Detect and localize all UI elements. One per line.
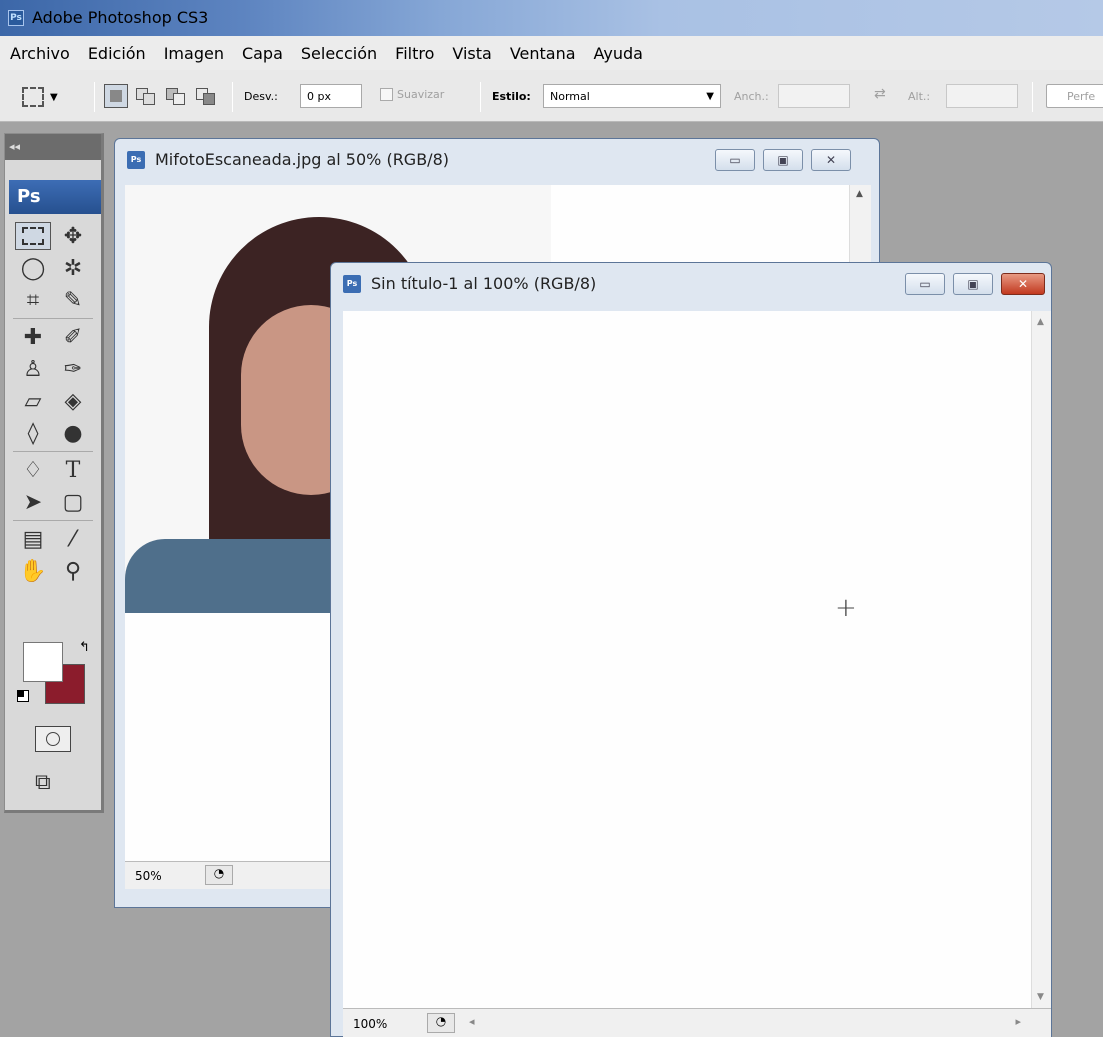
document-window-sin-titulo: Ps Sin título-1 al 100% (RGB/8) ▭ ▣ ✕ + … <box>330 262 1052 1037</box>
intersect-selection-icon[interactable] <box>194 84 218 108</box>
style-value: Normal <box>550 90 590 103</box>
tools-panel: ◂◂ Ps ✥ ◯ ✲ ⌗ ✎ ✚ ✐ ♙ ✑ ▱ ◈ ◊ ● ♢ T ➤ ▢ … <box>4 133 104 813</box>
dodge-tool-icon[interactable]: ● <box>55 419 91 447</box>
close-button[interactable]: ✕ <box>811 149 851 171</box>
quick-mask-icon[interactable] <box>35 726 71 752</box>
clone-stamp-tool-icon[interactable]: ♙ <box>15 355 51 383</box>
hand-tool-icon[interactable]: ✋ <box>15 557 51 585</box>
photoshop-doc-icon: Ps <box>343 275 361 293</box>
width-label: Anch.: <box>734 90 769 103</box>
pen-tool-icon[interactable]: ♢ <box>15 456 51 484</box>
photoshop-doc-icon: Ps <box>127 151 145 169</box>
healing-brush-tool-icon[interactable]: ✚ <box>15 323 51 351</box>
collapse-icon: ◂◂ <box>9 140 21 153</box>
scroll-up-icon: ▲ <box>856 189 863 199</box>
status-info-icon[interactable]: ◔ <box>205 865 233 885</box>
rectangle-shape-tool-icon[interactable]: ▢ <box>55 488 91 516</box>
feather-label: Desv.: <box>244 90 278 103</box>
scroll-left-icon[interactable]: ◂ <box>469 1015 475 1028</box>
photoshop-app-icon: Ps <box>8 10 24 26</box>
subtract-from-selection-icon[interactable] <box>164 84 188 108</box>
minimize-button[interactable]: ▭ <box>905 273 945 295</box>
close-icon: ✕ <box>825 153 837 167</box>
menu-capa[interactable]: Capa <box>240 42 285 65</box>
status-bar: 100% ◔ ◂ ▸ <box>343 1008 1051 1037</box>
minimize-icon: ▭ <box>729 153 741 167</box>
crop-tool-icon[interactable]: ⌗ <box>15 286 51 314</box>
rectangular-marquee-tool-icon[interactable] <box>15 222 51 250</box>
eraser-tool-icon[interactable]: ▱ <box>15 387 51 415</box>
move-tool-icon[interactable]: ✥ <box>55 222 91 250</box>
minimize-button[interactable]: ▭ <box>715 149 755 171</box>
width-input[interactable] <box>778 84 850 108</box>
type-tool-icon[interactable]: T <box>55 456 91 484</box>
close-icon: ✕ <box>1017 277 1029 291</box>
marquee-preset-icon <box>22 87 44 107</box>
feather-input[interactable]: 0 px <box>300 84 362 108</box>
zoom-level[interactable]: 100% <box>353 1017 387 1031</box>
menu-archivo[interactable]: Archivo <box>8 42 72 65</box>
menu-filtro[interactable]: Filtro <box>393 42 436 65</box>
chevron-down-icon: ▼ <box>50 91 58 103</box>
menu-imagen[interactable]: Imagen <box>162 42 226 65</box>
scroll-down-icon: ▼ <box>1037 992 1044 1002</box>
add-to-selection-icon[interactable] <box>134 84 158 108</box>
menu-edicion[interactable]: Edición <box>86 42 148 65</box>
tool-preset-picker[interactable]: ▼ <box>22 84 82 110</box>
maximize-icon: ▣ <box>967 277 979 291</box>
menu-ventana[interactable]: Ventana <box>508 42 578 65</box>
antialias-checkbox[interactable]: Suavizar <box>380 88 444 101</box>
feather-value: 0 px <box>307 90 331 103</box>
scroll-right-icon[interactable]: ▸ <box>1015 1015 1021 1028</box>
new-selection-icon[interactable] <box>104 84 128 108</box>
panel-collapse-bar[interactable]: ◂◂ <box>5 134 101 160</box>
vertical-scrollbar[interactable]: ▲ ▼ <box>1031 311 1051 1008</box>
scroll-up-icon: ▲ <box>1037 317 1044 327</box>
refine-edge-label: Perfe <box>1067 90 1096 103</box>
checkbox-icon <box>380 88 393 101</box>
document-canvas[interactable]: + <box>343 311 1031 1008</box>
maximize-button[interactable]: ▣ <box>763 149 803 171</box>
close-button[interactable]: ✕ <box>1001 273 1045 295</box>
notes-tool-icon[interactable]: ▤ <box>15 525 51 553</box>
window-title: Sin título-1 al 100% (RGB/8) <box>371 273 597 293</box>
app-title: Adobe Photoshop CS3 <box>32 8 209 27</box>
swap-dimensions-icon[interactable]: ⇄ <box>874 86 886 102</box>
antialias-label: Suavizar <box>397 88 445 101</box>
zoom-tool-icon[interactable]: ⚲ <box>55 557 91 585</box>
options-bar: ▼ Desv.: 0 px Suavizar Estilo: Normal ▼ … <box>0 70 1103 122</box>
chevron-down-icon: ▼ <box>706 91 714 102</box>
refine-edge-button[interactable]: Perfe <box>1046 84 1103 108</box>
menu-bar: Archivo Edición Imagen Capa Selección Fi… <box>0 36 1103 70</box>
minimize-icon: ▭ <box>919 277 931 291</box>
swap-colors-icon[interactable]: ↰ <box>79 640 90 655</box>
history-brush-tool-icon[interactable]: ✑ <box>55 355 91 383</box>
default-colors-icon[interactable] <box>17 690 29 702</box>
lasso-tool-icon[interactable]: ◯ <box>15 254 51 282</box>
zoom-level[interactable]: 50% <box>135 869 162 883</box>
screen-mode-icon[interactable]: ⧉ <box>35 770 51 795</box>
style-select[interactable]: Normal ▼ <box>543 84 721 108</box>
foreground-color-swatch[interactable] <box>23 642 63 682</box>
menu-seleccion[interactable]: Selección <box>299 42 379 65</box>
slice-tool-icon[interactable]: ✎ <box>55 286 91 314</box>
crosshair-cursor-icon: + <box>835 593 857 623</box>
path-selection-tool-icon[interactable]: ➤ <box>15 488 51 516</box>
status-info-icon[interactable]: ◔ <box>427 1013 455 1033</box>
magic-wand-tool-icon[interactable]: ✲ <box>55 254 91 282</box>
maximize-icon: ▣ <box>777 153 789 167</box>
height-input[interactable] <box>946 84 1018 108</box>
blur-tool-icon[interactable]: ◊ <box>15 419 51 447</box>
window-title: MifotoEscaneada.jpg al 50% (RGB/8) <box>155 149 449 169</box>
ps-panel-header: Ps <box>9 180 101 214</box>
paint-bucket-tool-icon[interactable]: ◈ <box>55 387 91 415</box>
title-bar: Ps Adobe Photoshop CS3 <box>0 0 1103 36</box>
menu-vista[interactable]: Vista <box>450 42 493 65</box>
eyedropper-tool-icon[interactable]: ⁄ <box>55 525 91 553</box>
height-label: Alt.: <box>908 90 931 103</box>
menu-ayuda[interactable]: Ayuda <box>592 42 645 65</box>
brush-tool-icon[interactable]: ✐ <box>55 323 91 351</box>
maximize-button[interactable]: ▣ <box>953 273 993 295</box>
style-label: Estilo: <box>492 90 531 103</box>
